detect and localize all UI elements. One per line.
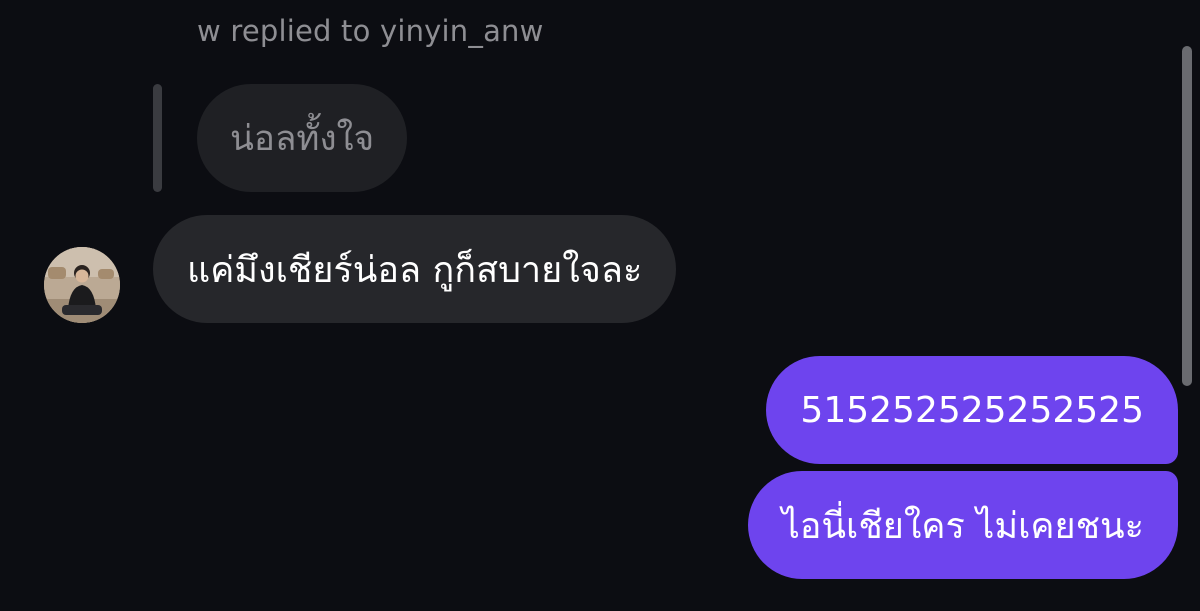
incoming-message-text: แค่มึงเชียร์น่อล กูก็สบายใจละ	[187, 249, 643, 291]
quoted-message-bubble[interactable]: น่อลทั้งใจ	[197, 84, 408, 192]
outgoing-message-text: ไอนี่เชียใคร ไม่เคยชนะ	[781, 505, 1144, 547]
quoted-message-text: น่อลทั้งใจ	[230, 118, 375, 159]
scrollbar[interactable]	[1182, 46, 1192, 386]
reply-header: w replied to yinyin_anw	[197, 14, 544, 48]
outgoing-message-text: 515252525252525	[800, 389, 1144, 431]
reply-quote-bar	[153, 84, 162, 192]
outgoing-message-bubble[interactable]: 515252525252525	[766, 356, 1178, 464]
avatar[interactable]	[44, 247, 120, 323]
incoming-message-bubble[interactable]: แค่มึงเชียร์น่อล กูก็สบายใจละ	[153, 215, 677, 323]
outgoing-message-bubble[interactable]: ไอนี่เชียใคร ไม่เคยชนะ	[747, 471, 1178, 579]
avatar-image	[44, 247, 120, 323]
